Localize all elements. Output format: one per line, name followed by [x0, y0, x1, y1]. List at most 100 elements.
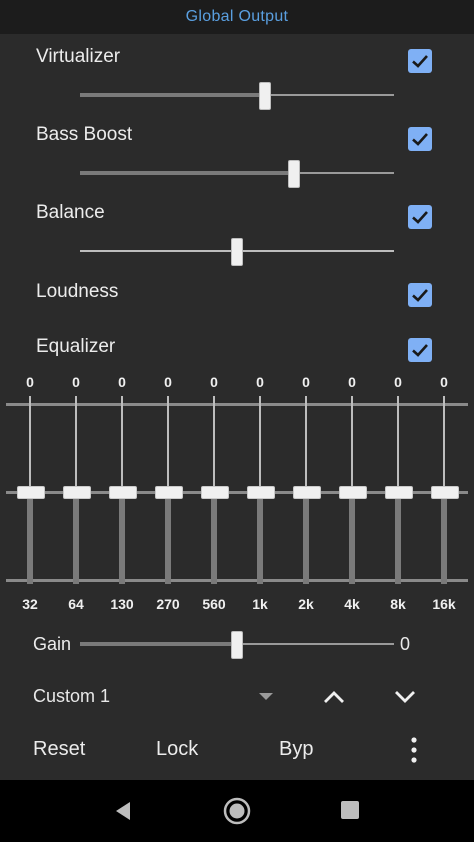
eq-band-freq: 4k — [344, 596, 360, 612]
eq-band-fill — [119, 496, 125, 584]
eq-band-thumb[interactable] — [201, 486, 229, 499]
eq-band-track — [213, 396, 215, 492]
eq-band-freq: 130 — [110, 596, 134, 612]
gain-slider[interactable] — [80, 629, 394, 659]
eq-band-1k[interactable]: 0 1k — [240, 372, 280, 622]
check-icon — [412, 133, 428, 146]
eq-band-fill — [165, 496, 171, 584]
eq-band-track — [259, 396, 261, 492]
chevron-down-icon[interactable] — [392, 684, 418, 710]
eq-band-fill — [303, 496, 309, 584]
eq-band-16k[interactable]: 0 16k — [424, 372, 464, 622]
slider-fill — [80, 642, 237, 646]
eq-band-4k[interactable]: 0 4k — [332, 372, 372, 622]
eq-band-track — [75, 396, 77, 492]
title-text[interactable]: Global Output — [186, 8, 289, 26]
eq-band-thumb[interactable] — [63, 486, 91, 499]
equalizer-label: Equalizer — [36, 336, 116, 357]
eq-band-value: 0 — [164, 374, 172, 390]
check-icon — [412, 344, 428, 357]
nav-recents-icon[interactable] — [340, 800, 360, 820]
eq-band-32[interactable]: 0 32 — [10, 372, 50, 622]
virtualizer-label: Virtualizer — [36, 46, 121, 67]
eq-band-freq: 2k — [298, 596, 314, 612]
eq-band-fill — [349, 496, 355, 584]
reset-button[interactable]: Reset — [33, 738, 85, 761]
eq-band-value: 0 — [394, 374, 402, 390]
eq-band-fill — [73, 496, 79, 584]
eq-band-thumb[interactable] — [339, 486, 367, 499]
eq-band-track — [443, 396, 445, 492]
eq-band-value: 0 — [26, 374, 34, 390]
bass-boost-label: Bass Boost — [36, 124, 133, 145]
equalizer-panel: 0 32 0 64 0 130 0 270 0 560 0 1k 0 2k 0 … — [0, 372, 474, 622]
lock-button[interactable]: Lock — [156, 738, 198, 761]
eq-band-value: 0 — [302, 374, 310, 390]
slider-thumb[interactable] — [231, 631, 243, 659]
eq-band-thumb[interactable] — [431, 486, 459, 499]
eq-band-270[interactable]: 0 270 — [148, 372, 188, 622]
gain-value: 0 — [400, 634, 411, 654]
eq-band-thumb[interactable] — [385, 486, 413, 499]
check-icon — [412, 211, 428, 224]
eq-band-value: 0 — [72, 374, 80, 390]
nav-back-icon[interactable] — [112, 800, 134, 822]
check-icon — [412, 55, 428, 68]
eq-band-560[interactable]: 0 560 — [194, 372, 234, 622]
eq-band-8k[interactable]: 0 8k — [378, 372, 418, 622]
slider-thumb[interactable] — [231, 238, 243, 266]
slider-thumb[interactable] — [287, 160, 300, 188]
eq-band-thumb[interactable] — [247, 486, 275, 499]
bass-boost-checkbox[interactable] — [408, 127, 432, 151]
gain-label: Gain — [33, 634, 72, 654]
title-bar: Global Output — [0, 0, 474, 34]
eq-band-64[interactable]: 0 64 — [56, 372, 96, 622]
eq-band-thumb[interactable] — [109, 486, 137, 499]
eq-band-fill — [441, 496, 447, 584]
eq-band-2k[interactable]: 0 2k — [286, 372, 326, 622]
eq-band-track — [167, 396, 169, 492]
nav-home-icon[interactable] — [222, 796, 252, 826]
balance-slider[interactable] — [80, 236, 394, 266]
slider-thumb[interactable] — [259, 82, 272, 110]
eq-band-fill — [395, 496, 401, 584]
loudness-label: Loudness — [36, 281, 119, 302]
eq-band-track — [29, 396, 31, 492]
eq-band-track — [397, 396, 399, 492]
virtualizer-slider[interactable] — [80, 80, 394, 110]
eq-band-thumb[interactable] — [155, 486, 183, 499]
dropdown-caret-icon[interactable] — [259, 693, 273, 700]
eq-band-freq: 16k — [432, 596, 456, 612]
eq-band-value: 0 — [118, 374, 126, 390]
eq-band-thumb[interactable] — [293, 486, 321, 499]
eq-band-fill — [211, 496, 217, 584]
eq-band-fill — [257, 496, 263, 584]
eq-band-130[interactable]: 0 130 — [102, 372, 142, 622]
eq-band-track — [121, 396, 123, 492]
slider-fill — [80, 171, 294, 175]
eq-band-value: 0 — [256, 374, 264, 390]
eq-band-value: 0 — [440, 374, 448, 390]
eq-band-freq: 64 — [68, 596, 84, 612]
chevron-up-icon[interactable] — [321, 684, 347, 710]
bass-boost-slider[interactable] — [80, 158, 394, 188]
eq-band-fill — [27, 496, 33, 584]
check-icon — [412, 289, 428, 302]
balance-checkbox[interactable] — [408, 205, 432, 229]
eq-band-track — [305, 396, 307, 492]
bypass-button[interactable]: Byp — [279, 738, 313, 761]
slider-fill — [80, 93, 266, 97]
preset-dropdown[interactable]: Custom 1 — [33, 686, 110, 707]
eq-band-freq: 270 — [156, 596, 180, 612]
system-nav-bar — [0, 780, 474, 842]
eq-band-freq: 1k — [252, 596, 268, 612]
loudness-checkbox[interactable] — [408, 283, 432, 307]
more-vertical-icon[interactable] — [406, 736, 422, 764]
eq-band-freq: 560 — [202, 596, 226, 612]
eq-band-track — [351, 396, 353, 492]
eq-band-thumb[interactable] — [17, 486, 45, 499]
balance-label: Balance — [36, 202, 105, 223]
virtualizer-checkbox[interactable] — [408, 49, 432, 73]
eq-band-value: 0 — [210, 374, 218, 390]
equalizer-checkbox[interactable] — [408, 338, 432, 362]
